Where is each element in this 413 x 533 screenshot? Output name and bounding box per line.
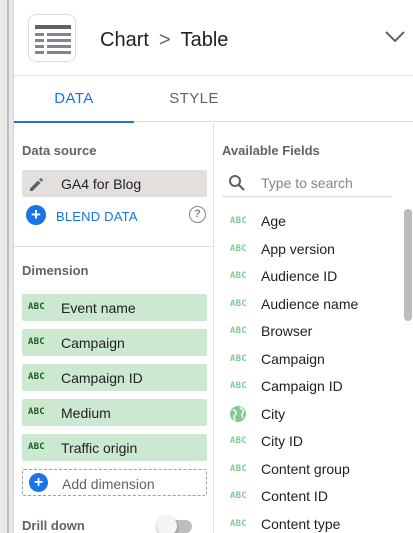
chevron-down-icon[interactable] <box>384 30 406 44</box>
abc-text-icon: ABC <box>28 337 45 347</box>
add-dimension-button[interactable]: + Add dimension <box>22 469 207 496</box>
dimension-label: Traffic origin <box>61 440 138 456</box>
add-circle-icon[interactable]: + <box>29 473 48 492</box>
dimension-label: Campaign ID <box>61 370 143 386</box>
help-icon[interactable]: ? <box>189 206 206 223</box>
field-label: Campaign ID <box>261 378 343 394</box>
search-input[interactable] <box>261 173 389 193</box>
dimension-chip-medium[interactable]: ABC Medium <box>22 399 207 426</box>
field-search[interactable] <box>222 169 392 197</box>
data-source-chip[interactable]: GA4 for Blog <box>22 170 207 197</box>
field-browser[interactable]: ABC Browser <box>214 317 404 345</box>
field-city-id[interactable]: ABC City ID <box>214 427 404 455</box>
dimension-label: Medium <box>61 405 111 421</box>
dimension-chip-campaign[interactable]: ABC Campaign <box>22 329 207 356</box>
dimension-label: Campaign <box>61 335 125 351</box>
abc-text-icon: ABC <box>230 381 247 391</box>
field-campaign[interactable]: ABC Campaign <box>214 345 404 373</box>
field-label: Browser <box>261 323 313 339</box>
dimension-chip-event-name[interactable]: ABC Event name <box>22 294 207 321</box>
blend-data-label[interactable]: BLEND DATA <box>56 209 138 224</box>
abc-text-icon: ABC <box>230 491 247 501</box>
dimension-label: Event name <box>61 300 136 316</box>
abc-text-icon: ABC <box>230 353 247 364</box>
abc-text-icon: ABC <box>230 216 247 226</box>
toggle-knob[interactable] <box>157 516 177 533</box>
available-fields-heading: Available Fields <box>222 143 320 158</box>
field-label: Content type <box>261 515 341 532</box>
dimension-chip-campaign-id[interactable]: ABC Campaign ID <box>22 364 207 391</box>
field-label: Age <box>261 213 286 229</box>
field-label: Audience ID <box>261 268 338 284</box>
blend-data-button[interactable]: + BLEND DATA ? <box>26 205 208 227</box>
available-fields-panel: Available Fields ABC Age ABC App version… <box>214 123 413 533</box>
field-age[interactable]: ABC Age <box>214 207 404 235</box>
field-content-type[interactable]: ABC Content type <box>214 510 404 533</box>
field-content-id[interactable]: ABC Content ID <box>214 482 404 510</box>
breadcrumb: Chart > Table <box>100 29 228 52</box>
section-divider <box>14 246 213 247</box>
data-source-name: GA4 for Blog <box>61 176 142 192</box>
drill-down-toggle[interactable] <box>157 516 192 533</box>
field-audience-name[interactable]: ABC Audience name <box>214 290 404 318</box>
tab-style[interactable]: STYLE <box>134 76 254 122</box>
tab-data[interactable]: DATA <box>14 76 134 123</box>
available-fields-list: ABC Age ABC App version ABC Audience ID … <box>214 207 404 533</box>
pencil-icon[interactable] <box>28 175 46 193</box>
field-label: Content ID <box>261 488 328 504</box>
panel-tabs: DATA STYLE <box>14 76 413 123</box>
globe-icon <box>230 405 246 422</box>
chart-type-label: Chart <box>100 29 149 51</box>
fields-scrollbar[interactable] <box>404 209 412 321</box>
drill-down-label: Drill down <box>22 518 85 533</box>
field-city[interactable]: City <box>214 400 404 428</box>
abc-text-icon: ABC <box>230 271 247 281</box>
add-dimension-label[interactable]: Add dimension <box>62 476 155 492</box>
abc-text-icon: ABC <box>230 436 247 446</box>
abc-text-icon: ABC <box>230 298 247 309</box>
add-circle-icon[interactable]: + <box>26 205 46 225</box>
abc-text-icon: ABC <box>230 243 247 254</box>
field-label: Audience name <box>261 295 359 312</box>
field-label: City <box>261 405 286 422</box>
abc-text-icon: ABC <box>230 463 247 474</box>
field-campaign-id[interactable]: ABC Campaign ID <box>214 372 404 400</box>
search-icon <box>229 175 245 191</box>
abc-text-icon: ABC <box>28 407 45 417</box>
properties-header: Chart > Table <box>14 0 413 76</box>
field-audience-id[interactable]: ABC Audience ID <box>214 262 404 290</box>
abc-text-icon: ABC <box>230 518 247 529</box>
breadcrumb-separator-icon: > <box>158 29 171 51</box>
abc-text-icon: ABC <box>28 442 45 452</box>
abc-text-icon: ABC <box>28 302 45 312</box>
table-chart-icon[interactable] <box>28 14 76 62</box>
abc-text-icon: ABC <box>230 326 247 336</box>
field-app-version[interactable]: ABC App version <box>214 235 404 263</box>
field-label: App version <box>261 240 335 257</box>
field-label: Campaign <box>261 350 325 367</box>
field-content-group[interactable]: ABC Content group <box>214 455 404 483</box>
dimension-heading: Dimension <box>22 263 89 278</box>
abc-text-icon: ABC <box>28 372 45 382</box>
data-source-heading: Data source <box>22 143 97 158</box>
data-config-panel: Data source GA4 for Blog + BLEND DATA ? … <box>14 123 214 533</box>
chart-subtype-label: Table <box>180 29 229 51</box>
dimension-chip-traffic-origin[interactable]: ABC Traffic origin <box>22 434 207 461</box>
field-label: Content group <box>261 460 350 477</box>
field-label: City ID <box>261 433 303 449</box>
left-panel-edge <box>0 0 14 533</box>
